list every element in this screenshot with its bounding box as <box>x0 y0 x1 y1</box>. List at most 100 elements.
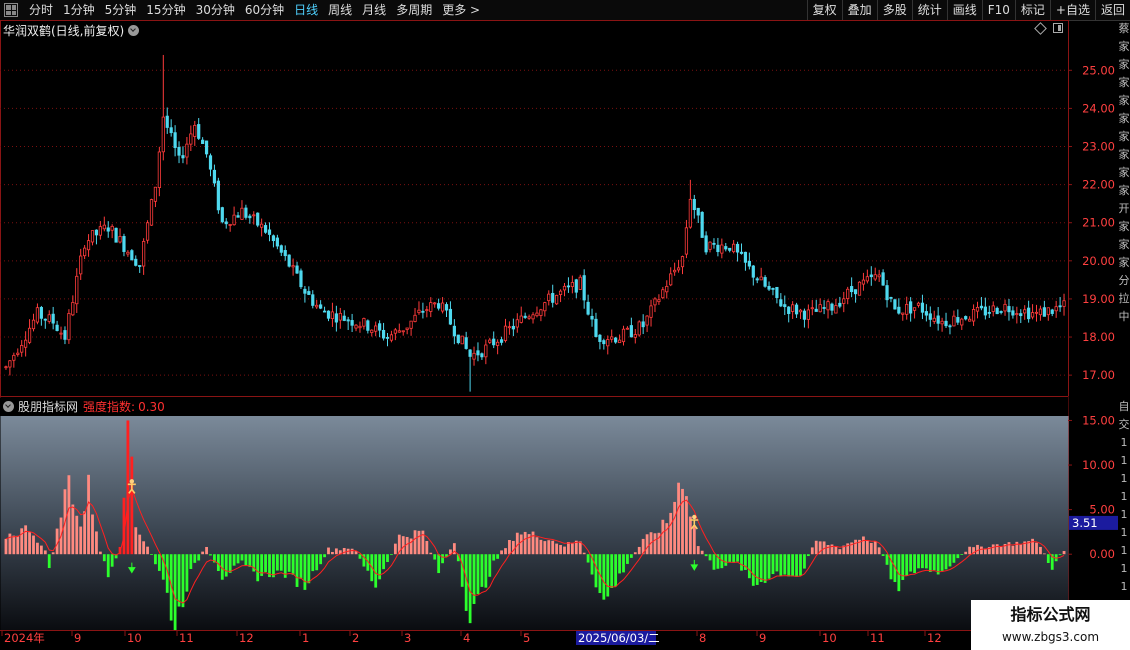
period-tab-10[interactable]: 更多 > <box>437 0 485 20</box>
indicator-bar <box>948 554 952 567</box>
indicator-bar <box>264 554 267 573</box>
indicator-bar <box>775 554 779 572</box>
indicator-bar <box>67 475 71 555</box>
price-tick-label: 20.00 <box>1082 254 1115 268</box>
candle <box>35 303 40 325</box>
indicator-bar <box>803 554 806 569</box>
price-tick-label: 18.00 <box>1082 330 1115 344</box>
function-button-8[interactable]: 返回 <box>1094 0 1130 20</box>
chevron-down-icon[interactable] <box>3 401 14 412</box>
indicator-bar <box>673 501 677 555</box>
candle <box>814 299 818 312</box>
indicator-bar <box>134 527 138 555</box>
indicator-bar <box>708 554 712 561</box>
candle <box>1007 298 1011 321</box>
candle <box>755 276 759 284</box>
strip-char: 1 <box>1120 544 1128 557</box>
candle <box>598 333 602 350</box>
candle <box>12 352 16 368</box>
strip-char: 拉 <box>1118 292 1130 305</box>
period-tab-1[interactable]: 1分钟 <box>58 0 100 20</box>
strip-char: 家 <box>1118 148 1130 161</box>
candle <box>425 305 429 318</box>
candle <box>354 324 358 332</box>
indicator-bar <box>614 554 618 587</box>
candle <box>964 315 968 321</box>
candle <box>338 307 342 329</box>
indicator-bar <box>834 546 838 555</box>
candle <box>224 218 228 229</box>
strip-char: 家 <box>1118 94 1130 107</box>
candle <box>181 146 185 164</box>
indicator-bar <box>189 554 193 569</box>
candle <box>43 318 47 329</box>
candle <box>692 194 696 219</box>
period-tab-6[interactable]: 日线 <box>289 0 323 20</box>
x-tick-label: 4 <box>463 631 470 645</box>
price-tick-label: 19.00 <box>1082 292 1115 306</box>
candle <box>948 324 952 335</box>
indicator-bar <box>645 534 649 555</box>
candle <box>751 265 755 286</box>
indicator-bar <box>433 554 437 560</box>
indicator-bar <box>814 540 818 555</box>
candle <box>177 141 181 164</box>
function-button-0[interactable]: 复权 <box>806 0 842 20</box>
x-tick-label: 10 <box>127 631 142 645</box>
chart-area[interactable]: 25.0024.0023.0022.0021.0020.0019.0018.00… <box>0 20 1118 650</box>
strip-char: 家 <box>1118 58 1130 71</box>
indicator-bar <box>724 554 728 566</box>
candle <box>381 322 386 341</box>
candle <box>452 319 456 345</box>
function-button-2[interactable]: 多股 <box>876 0 912 20</box>
x-tick-label: 12 <box>239 631 254 645</box>
candle <box>511 318 515 337</box>
indicator-bar <box>350 548 354 555</box>
strip-char: 家 <box>1118 238 1130 251</box>
indicator-bar <box>968 546 972 555</box>
period-tab-4[interactable]: 30分钟 <box>191 0 240 20</box>
indicator-bar <box>177 554 181 607</box>
period-tab-9[interactable]: 多周期 <box>391 0 437 20</box>
indicator-bar <box>704 554 708 557</box>
indicator-bar <box>429 552 433 555</box>
right-info-strip: 蔡家家家家家家家家家开家家家分拉中 <box>1118 20 1130 398</box>
candle <box>267 222 272 242</box>
period-tab-8[interactable]: 月线 <box>357 0 391 20</box>
candle <box>260 218 264 237</box>
period-tab-7[interactable]: 周线 <box>323 0 357 20</box>
indicator-bar <box>146 546 149 555</box>
candle <box>326 310 331 322</box>
function-button-6[interactable]: 标记 <box>1014 0 1050 20</box>
function-button-1[interactable]: 叠加 <box>841 0 877 20</box>
indicator-bar <box>688 516 692 555</box>
candle <box>653 297 657 313</box>
strip-char: 家 <box>1118 220 1130 233</box>
candle <box>417 301 421 315</box>
indicator-bar <box>441 554 444 564</box>
layout-grid-icon[interactable] <box>4 3 18 17</box>
candle <box>110 224 114 239</box>
candle <box>378 320 382 338</box>
cursor-date-label: 2025/06/03/二 <box>578 631 660 645</box>
period-tab-5[interactable]: 60分钟 <box>240 0 289 20</box>
price-tick-label: 21.00 <box>1082 216 1115 230</box>
function-button-7[interactable]: +自选 <box>1049 0 1095 20</box>
function-button-5[interactable]: F10 <box>981 0 1015 20</box>
candle <box>189 125 193 152</box>
indicator-bar <box>142 541 146 555</box>
indicator-bar <box>826 545 830 555</box>
function-button-4[interactable]: 画线 <box>946 0 982 20</box>
candle <box>307 286 311 296</box>
candle <box>1003 299 1007 316</box>
period-tab-3[interactable]: 15分钟 <box>141 0 190 20</box>
candle <box>27 319 32 345</box>
period-tab-2[interactable]: 5分钟 <box>100 0 142 20</box>
indicator-bar <box>543 541 547 555</box>
indicator-bar <box>224 554 228 577</box>
function-button-3[interactable]: 统计 <box>911 0 947 20</box>
candle <box>657 294 661 305</box>
candle <box>16 348 20 357</box>
watermark: 指标公式网 www.zbgs3.com <box>971 600 1130 650</box>
period-tab-0[interactable]: 分时 <box>24 0 58 20</box>
